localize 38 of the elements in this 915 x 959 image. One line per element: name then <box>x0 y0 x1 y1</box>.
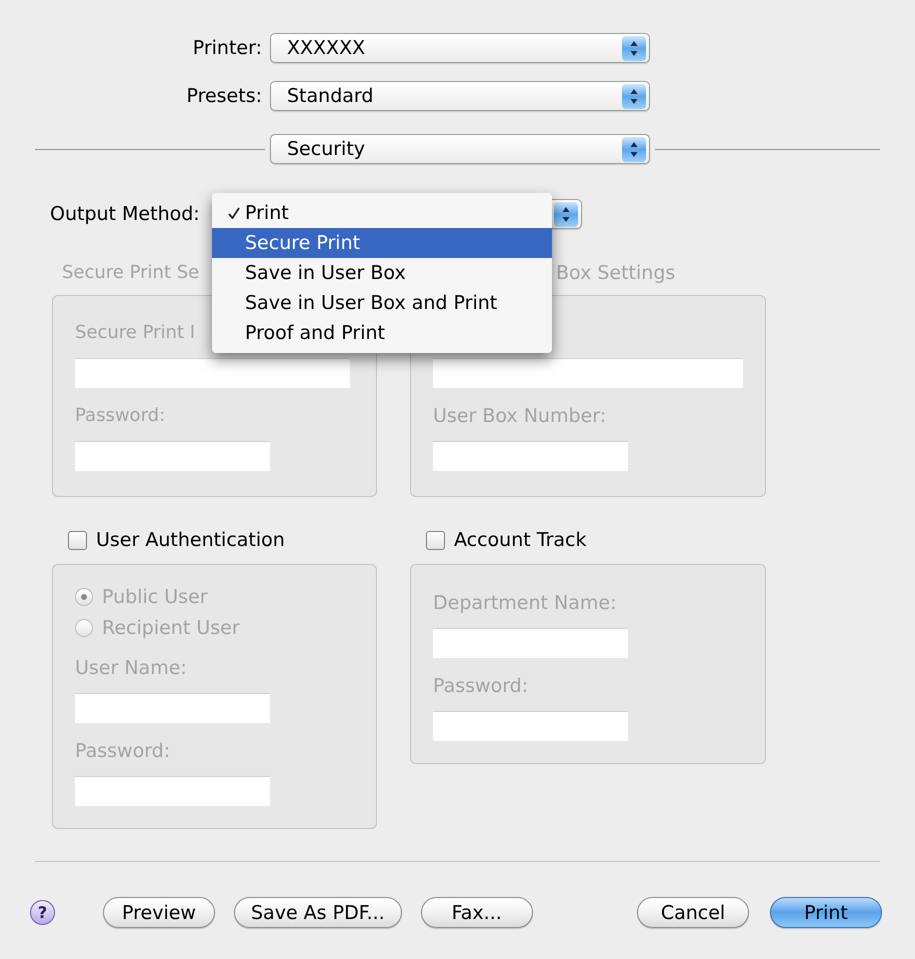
text-field[interactable] <box>433 711 628 741</box>
pane-popup[interactable]: Security <box>270 134 650 164</box>
help-button[interactable]: ? <box>30 900 55 925</box>
push-button[interactable]: Fax... <box>420 897 533 928</box>
field-label: User Box Number: <box>433 404 606 428</box>
text-field[interactable] <box>433 628 628 658</box>
text-field[interactable] <box>75 776 270 806</box>
output-method-label: Output Method: <box>50 202 201 226</box>
text-field[interactable] <box>75 441 270 471</box>
field-label: Password: <box>433 674 528 698</box>
menu-item[interactable]: Save in User Box and Print <box>212 288 552 318</box>
menu-item[interactable]: Proof and Print <box>212 318 552 348</box>
menu-item[interactable]: Save in User Box <box>212 258 552 288</box>
menu-item[interactable]: Print <box>212 198 552 228</box>
printer-label: Printer: <box>192 36 262 60</box>
push-button[interactable]: Cancel <box>637 897 749 928</box>
text-field[interactable] <box>433 358 743 388</box>
stepper-arrows-icon <box>554 202 578 226</box>
presets-popup[interactable]: Standard <box>270 81 650 111</box>
field-label: Secure Print I <box>75 321 196 345</box>
stepper-arrows-icon <box>622 84 646 108</box>
text-field[interactable] <box>75 693 270 723</box>
section-title: Secure Print Se <box>62 261 200 285</box>
default-button[interactable]: Print <box>770 897 882 928</box>
field-label: User Name: <box>75 656 187 680</box>
push-button[interactable]: Preview <box>103 897 215 928</box>
push-button[interactable]: Save As PDF... <box>234 897 402 928</box>
menu-item[interactable]: Secure Print <box>212 228 552 258</box>
field-label: Department Name: <box>433 591 616 615</box>
text-field[interactable] <box>75 358 350 388</box>
section-title: Box Settings <box>556 261 676 285</box>
stepper-arrows-icon <box>622 36 646 60</box>
field-label: Password: <box>75 739 170 763</box>
presets-label: Presets: <box>186 84 262 108</box>
printer-popup[interactable]: XXXXXX <box>270 33 650 63</box>
field-label: Password: <box>75 404 166 428</box>
stepper-arrows-icon <box>622 136 646 162</box>
text-field[interactable] <box>433 441 628 471</box>
